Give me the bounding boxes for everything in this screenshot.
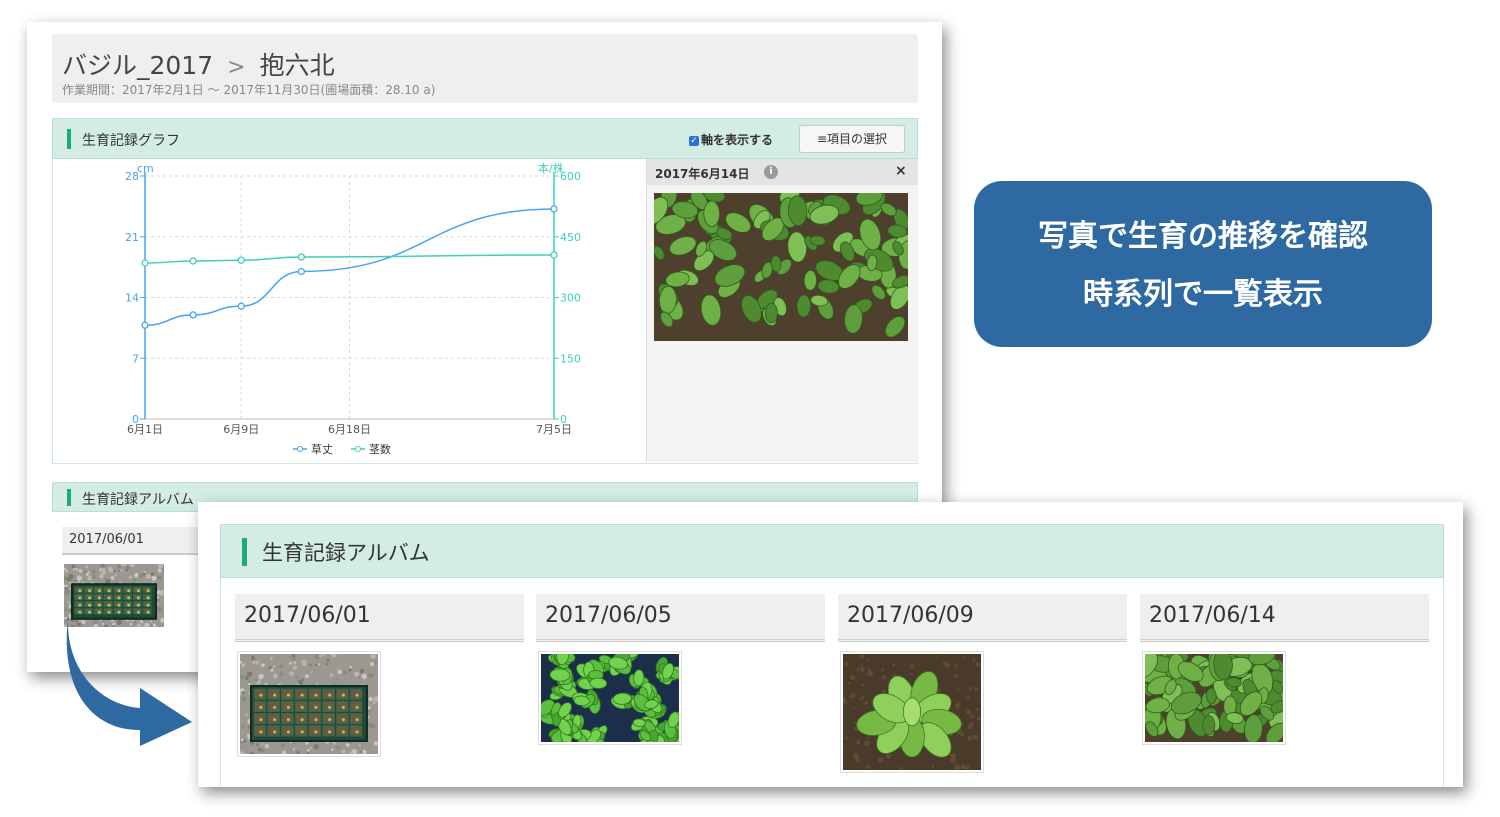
album-section-title: 生育記録アルバム [82, 492, 194, 508]
album-thumbnail[interactable] [843, 654, 981, 770]
album-thumbnail[interactable] [1145, 654, 1283, 742]
data-point [189, 257, 197, 265]
list-icon: ≡ [816, 132, 828, 146]
right-y-tick-label: 450 [560, 231, 581, 244]
album-item: 2017/06/09 [838, 594, 1127, 774]
right-y-tick-label: 150 [560, 352, 581, 365]
left-y-tick-label: 7 [132, 352, 139, 365]
data-point [237, 302, 245, 310]
chevron-right-icon: > [227, 55, 246, 80]
close-icon[interactable]: × [895, 163, 907, 179]
photo-preview-date: 2017年6月14日 [655, 167, 750, 181]
x-tick-label: 7月5日 [536, 423, 572, 436]
album-item: 2017/06/01 [235, 594, 524, 774]
album-zoom-panel: 生育記録アルバム 2017/06/01 2017/06/05 2017/06/0… [198, 502, 1463, 787]
show-axis-checkbox[interactable]: ✓ 軸を表示する [689, 131, 773, 148]
section-accent-bar [67, 129, 71, 149]
album-section-header: 生育記録アルバム [220, 524, 1444, 578]
data-point [237, 256, 245, 264]
select-items-button[interactable]: ≡項目の選択 [799, 125, 905, 153]
album-date: 2017/06/01 [62, 527, 202, 555]
graph-section-header: 生育記録グラフ ✓ 軸を表示する ≡項目の選択 [52, 118, 918, 159]
legend-marker [297, 446, 303, 452]
callout-line-2: 時系列で一覧表示 [1083, 277, 1323, 312]
album-item: 2017/06/05 [536, 594, 825, 774]
album-section-title: 生育記録アルバム [262, 541, 430, 565]
album-thumbnail-frame [237, 651, 381, 757]
callout-line-1: 写真で生育の推移を確認 [1038, 219, 1368, 254]
album-item: 2017/06/14 [1140, 594, 1429, 774]
left-y-unit-label: cm [137, 162, 154, 175]
photo-preview-image[interactable] [654, 193, 908, 341]
album-thumbnail-frame [840, 651, 984, 773]
photo-preview-header: 2017年6月14日 i × [647, 159, 918, 185]
left-y-tick-label: 21 [125, 231, 139, 244]
album-date: 2017/06/01 [235, 594, 524, 642]
legend-label: 茎数 [369, 443, 391, 456]
right-y-tick-label: 300 [560, 292, 581, 305]
select-items-label: 項目の選択 [827, 132, 888, 146]
breadcrumb-crop-link[interactable]: バジル_2017 [62, 51, 213, 80]
page-header: バジル_2017 > 抱六北 作業期間：2017年2月1日 〜 2017年11月30… [52, 34, 918, 103]
data-point [141, 321, 149, 329]
album-date: 2017/06/14 [1140, 594, 1429, 642]
album-thumbnail-frame [538, 651, 682, 745]
album-thumbnail[interactable] [240, 654, 378, 754]
breadcrumb-field: 抱六北 [259, 51, 335, 80]
album-date: 2017/06/09 [838, 594, 1127, 642]
graph-body: 0 7 14 21 28 0 150 300 450 600 cm 本/株 6月1日 6月9日 6月18日 7… [52, 159, 918, 464]
data-point [550, 205, 558, 213]
data-point [550, 251, 558, 259]
left-y-tick-label: 14 [125, 292, 139, 305]
data-point [141, 259, 149, 267]
data-point [297, 253, 306, 261]
work-period: 作業期間：2017年2月1日 〜 2017年11月30日(圃場面積：28.10 … [62, 83, 436, 97]
legend-label: 草丈 [311, 443, 333, 456]
graph-section-title: 生育記録グラフ [82, 133, 180, 149]
feature-callout: 写真で生育の推移を確認 時系列で一覧表示 [974, 181, 1432, 347]
x-tick-label: 6月1日 [127, 423, 163, 436]
photo-preview-panel: 2017年6月14日 i × [646, 159, 918, 462]
section-accent-bar [67, 489, 71, 506]
album-thumbnail-frame [1142, 651, 1286, 745]
section-accent-bar [242, 538, 247, 566]
legend-marker [355, 446, 361, 452]
data-point [189, 311, 197, 319]
curved-arrow-icon [66, 618, 192, 746]
breadcrumb: バジル_2017 > 抱六北 [62, 46, 335, 82]
show-axis-label: 軸を表示する [701, 133, 774, 147]
growth-chart: 071421280150300450600cm 本/株6月1日 6月9日 6月18日 7… [125, 161, 581, 456]
info-icon[interactable]: i [764, 165, 778, 179]
album-date: 2017/06/05 [536, 594, 825, 642]
x-tick-label: 6月9日 [223, 423, 259, 436]
checkbox-checked-icon: ✓ [689, 135, 699, 146]
x-tick-label: 6月18日 [328, 423, 371, 436]
album-thumbnail[interactable] [541, 654, 679, 742]
right-y-unit-label: 本/株 [538, 161, 564, 175]
data-point [297, 267, 306, 276]
